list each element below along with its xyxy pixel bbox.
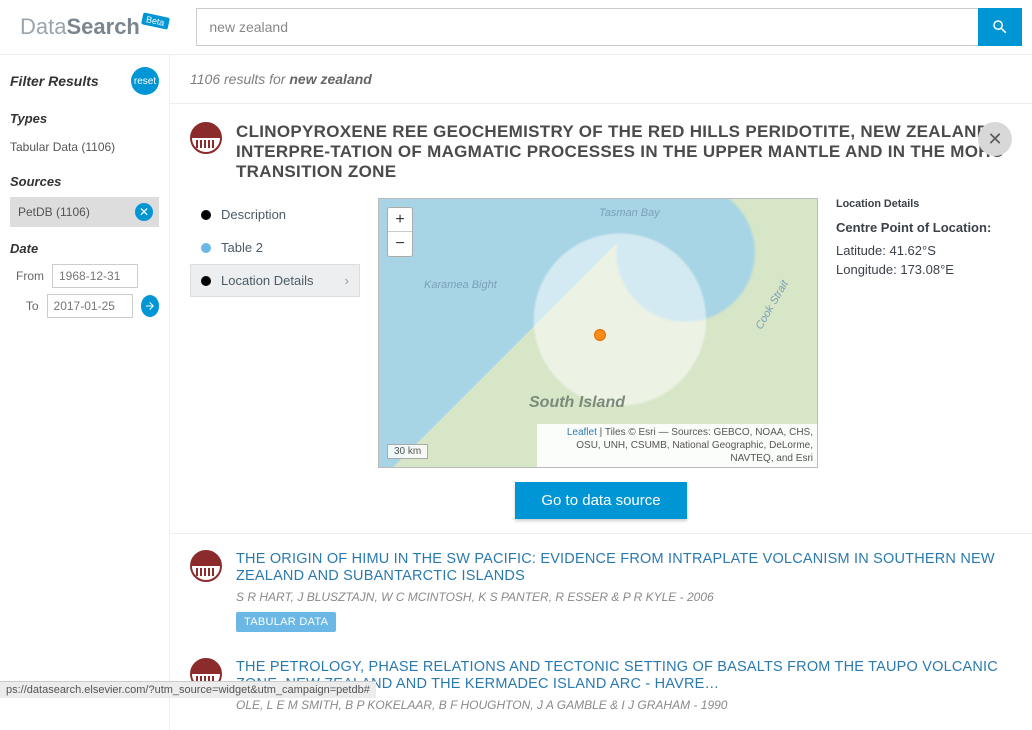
search-wrap (196, 8, 1022, 46)
map-label-tasman-bay: Tasman Bay (599, 207, 660, 219)
result-meta: S R HART, J BLUSZTAJN, W C MCINTOSH, K S… (236, 590, 1012, 604)
detail-title: CLINOPYROXENE REE GEOCHEMISTRY OF THE RE… (236, 122, 1012, 182)
map-zoom-controls: + − (387, 207, 413, 257)
source-icon (190, 550, 222, 582)
sources-heading: Sources (10, 174, 159, 189)
result-item: THE ORIGIN OF HIMU IN THE SW PACIFIC: EV… (170, 534, 1032, 642)
location-subheading: Centre Point of Location: (836, 220, 1012, 235)
source-petdb[interactable]: PetDB (1106) ✕ (10, 197, 159, 227)
result-meta: OLE, L E M SMITH, B P KOKELAAR, B F HOUG… (236, 698, 1012, 712)
map-label-karamea-bight: Karamea Bight (424, 279, 497, 291)
map-marker[interactable] (594, 329, 606, 341)
map-label-south-island: South Island (529, 394, 625, 412)
map-scale: 30 km (387, 444, 428, 459)
map[interactable]: + − Tasman Bay Karamea Bight Cook Strait… (378, 198, 818, 468)
sidebar: Filter Results reset Types Tabular Data … (0, 55, 170, 730)
type-tabular-data[interactable]: Tabular Data (1106) (10, 134, 159, 160)
location-details-panel: Location Details Centre Point of Locatio… (836, 198, 1012, 468)
date-from-input[interactable] (52, 264, 138, 288)
search-button[interactable] (978, 8, 1022, 46)
browser-status-bar: ps://datasearch.elsevier.com/?utm_source… (0, 681, 376, 698)
map-zoom-in-button[interactable]: + (388, 208, 412, 232)
date-apply-button[interactable] (141, 295, 159, 317)
search-input[interactable] (196, 8, 978, 46)
content: 1106 results for new zealand ✕ CLINOPYRO… (170, 55, 1032, 730)
filter-results-heading: Filter Results (10, 73, 99, 89)
tab-description[interactable]: Description (190, 198, 360, 231)
result-detail-panel: ✕ CLINOPYROXENE REE GEOCHEMISTRY OF THE … (170, 104, 1032, 534)
reset-button[interactable]: reset (131, 67, 159, 95)
tab-location-details[interactable]: Location Details› (190, 264, 360, 297)
location-latitude: Latitude: 41.62°S (836, 243, 1012, 258)
chevron-right-icon: › (345, 273, 349, 288)
source-icon (190, 122, 222, 154)
map-attribution: Leaflet | Tiles © Esri — Sources: GEBCO,… (537, 424, 817, 467)
remove-source-icon[interactable]: ✕ (135, 203, 153, 221)
search-icon (991, 18, 1009, 36)
badge-tabular-data[interactable]: TABULAR DATA (236, 612, 336, 632)
go-to-data-source-button[interactable]: Go to data source (515, 482, 686, 519)
date-to-label: To (10, 299, 39, 313)
map-zoom-out-button[interactable]: − (388, 232, 412, 256)
leaflet-link[interactable]: Leaflet (567, 427, 597, 438)
tab-table-2[interactable]: Table 2 (190, 231, 360, 264)
location-heading: Location Details (836, 198, 1012, 210)
date-from-label: From (10, 269, 44, 283)
result-title-link[interactable]: THE ORIGIN OF HIMU IN THE SW PACIFIC: EV… (236, 551, 995, 584)
topbar: DataSearchBeta (0, 0, 1032, 55)
close-detail-button[interactable]: ✕ (978, 122, 1012, 156)
date-to-input[interactable] (47, 294, 133, 318)
detail-tabs: Description Table 2 Location Details› 3 … (190, 198, 360, 468)
results-count-bar: 1106 results for new zealand (170, 55, 1032, 104)
types-heading: Types (10, 111, 159, 126)
map-label-cook-strait: Cook Strait (753, 278, 791, 331)
arrow-right-icon (144, 300, 156, 312)
logo[interactable]: DataSearchBeta (10, 14, 176, 40)
location-longitude: Longitude: 173.08°E (836, 262, 1012, 277)
date-heading: Date (10, 241, 159, 256)
